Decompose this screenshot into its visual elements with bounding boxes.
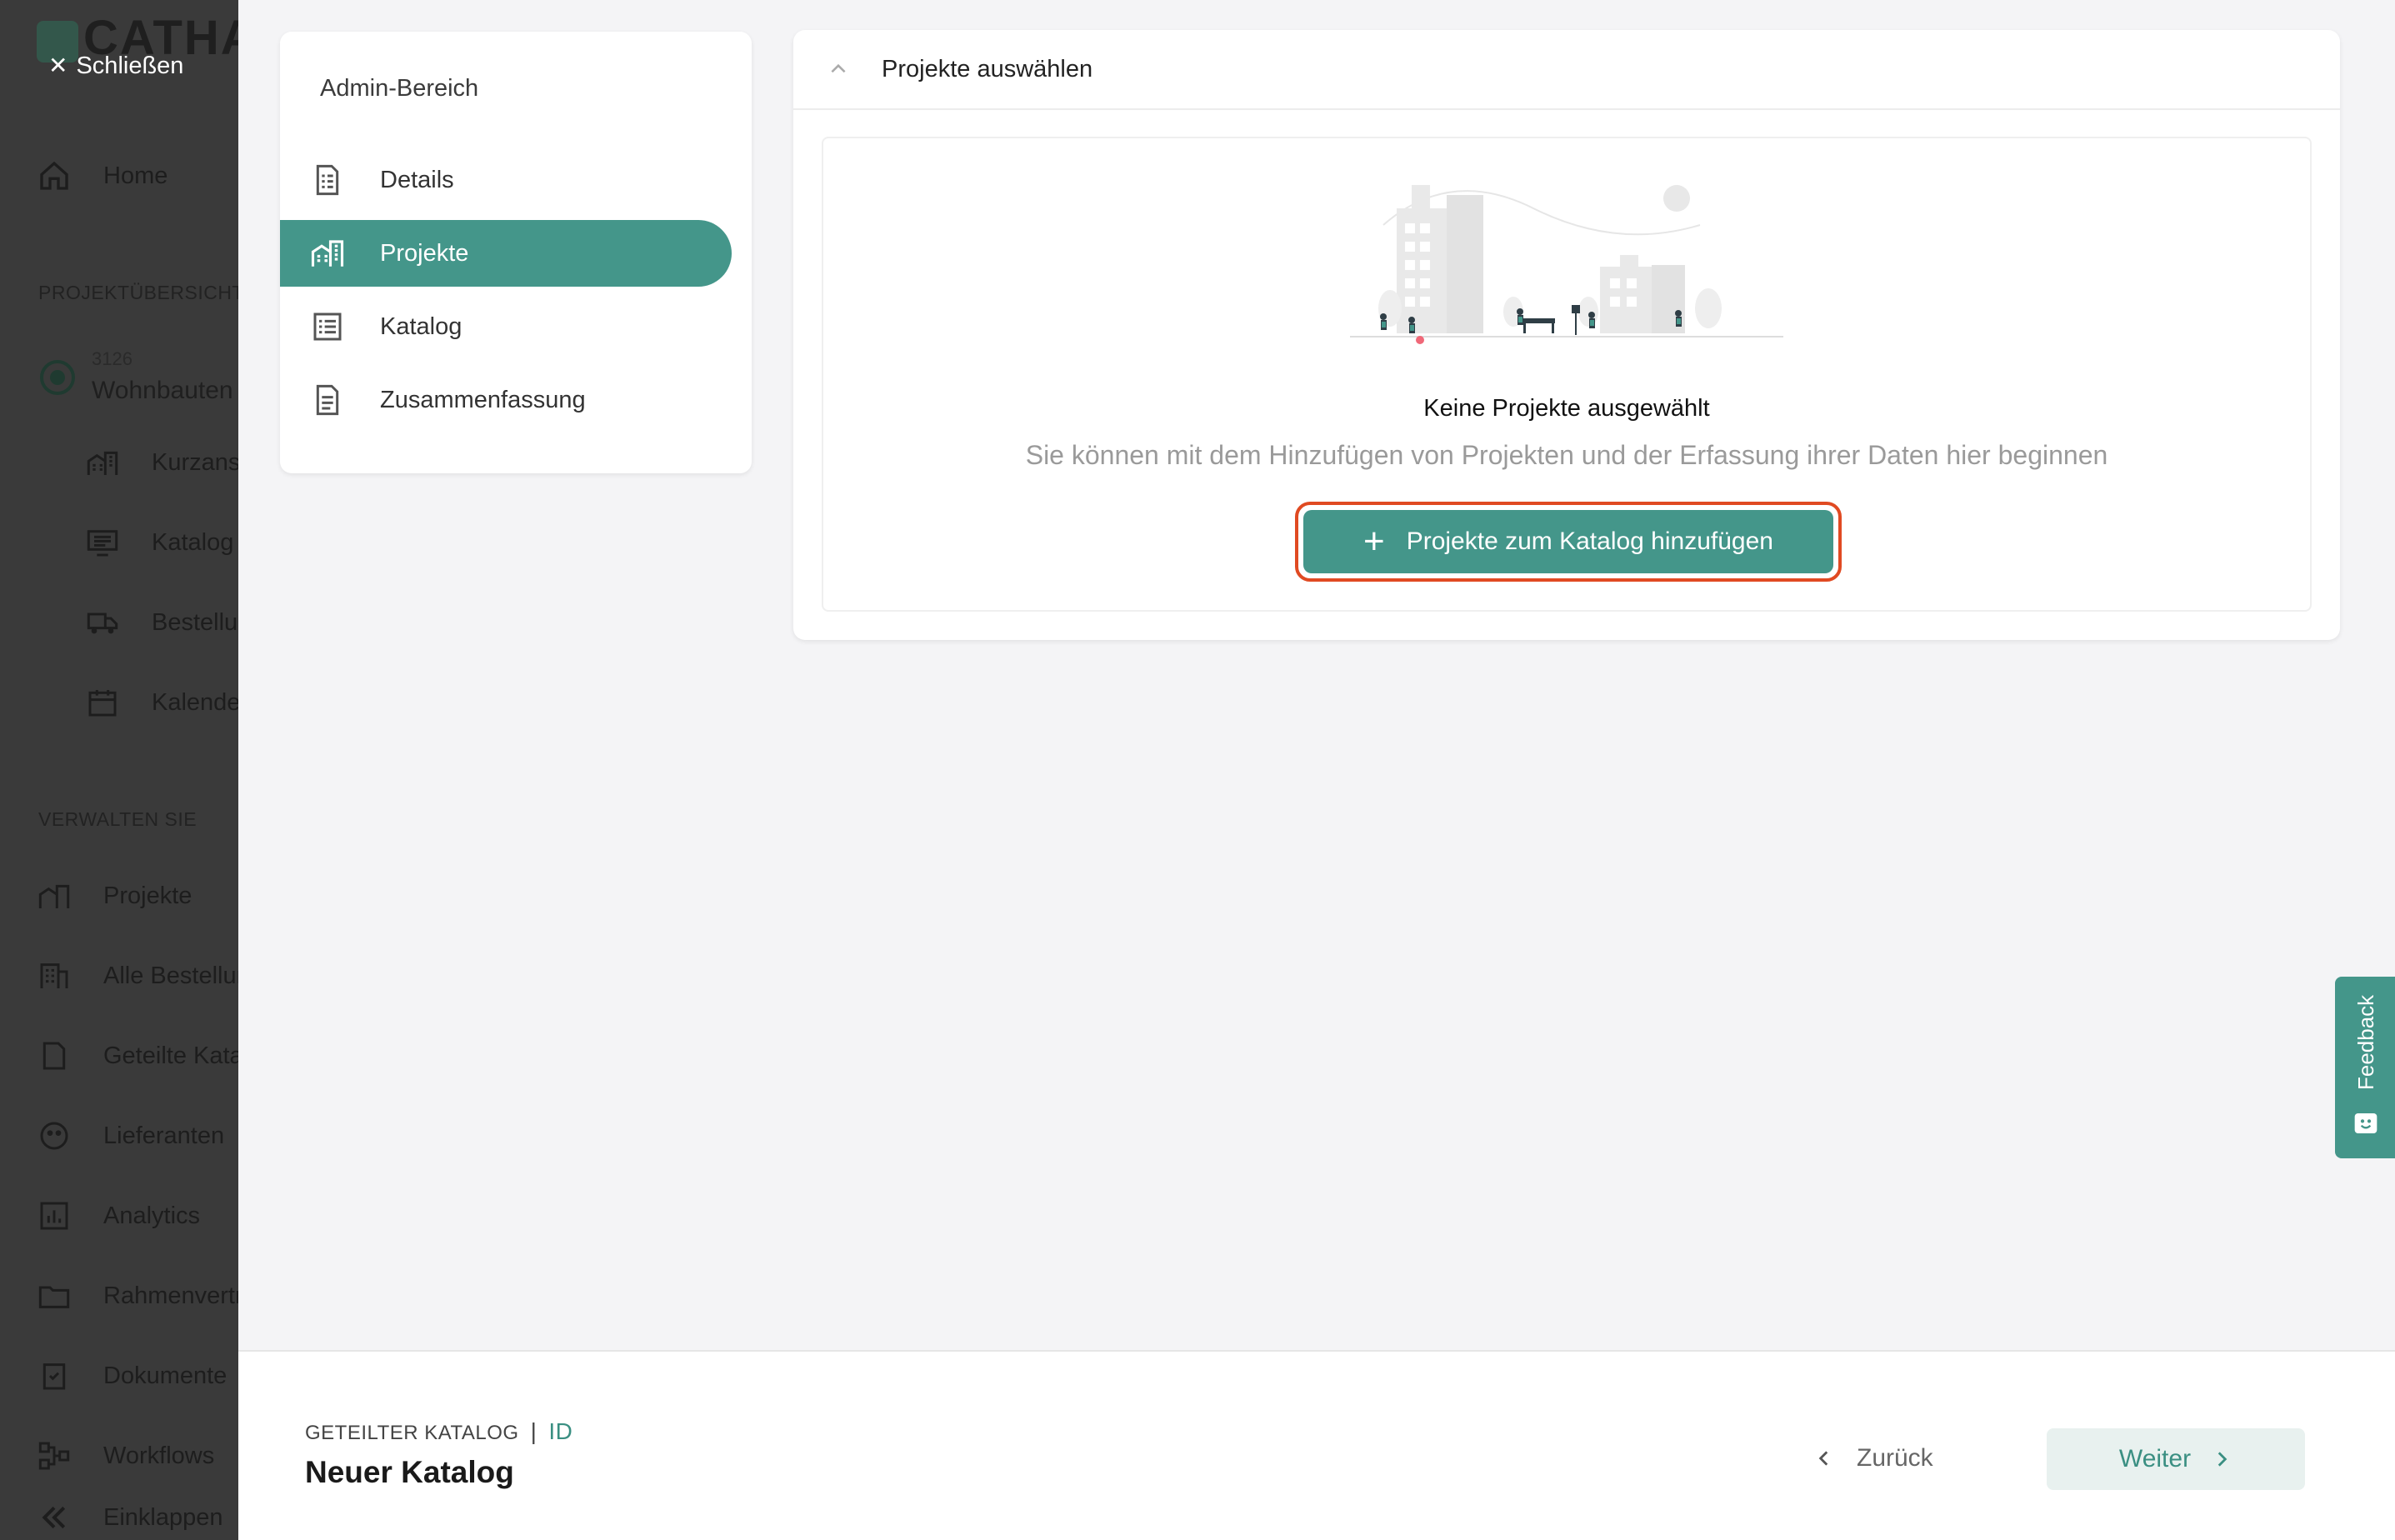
sidebar-item-label: Alle Bestellungen: [103, 962, 238, 989]
sidebar-item-label: Dokumente: [103, 1362, 228, 1389]
buildings-icon: [310, 236, 345, 271]
chevron-up-icon[interactable]: [827, 58, 850, 81]
summary-icon: [310, 382, 345, 418]
feedback-label: Feedback: [2353, 994, 2378, 1091]
admin-nav-card: Admin-Bereich Details Projekte Katalog Z…: [280, 32, 752, 473]
document-icon: [37, 1038, 72, 1073]
close-label: Schließen: [76, 52, 184, 79]
empty-title: Keine Projekte ausgewählt: [1423, 395, 1710, 422]
buildings-icon: [85, 445, 120, 480]
add-projects-label: Projekte zum Katalog hinzufügen: [1406, 528, 1773, 555]
back-button[interactable]: Zurück: [1813, 1428, 1933, 1488]
sidebar-item-overview[interactable]: Kurzansicht: [85, 445, 238, 480]
breadcrumb: GETEILTER KATALOG | ID: [305, 1418, 572, 1445]
section-label-projects: PROJEKTÜBERSICHT: [38, 282, 238, 303]
sidebar-item-shared-catalogs[interactable]: Geteilte Kataloge: [37, 1038, 238, 1073]
admin-item-label: Katalog: [380, 312, 462, 340]
back-label: Zurück: [1857, 1444, 1933, 1472]
add-projects-button[interactable]: + Projekte zum Katalog hinzufügen: [1303, 510, 1833, 573]
page-title: Neuer Katalog: [305, 1455, 514, 1489]
sidebar-item-contracts[interactable]: Rahmenverträge: [37, 1278, 238, 1313]
sidebar-collapse[interactable]: Einklappen: [37, 1500, 223, 1535]
admin-item-projects[interactable]: Projekte: [280, 220, 732, 287]
footer-bar: GETEILTER KATALOG | ID Neuer Katalog Zurüc…: [238, 1350, 2395, 1540]
admin-title: Admin-Bereich: [320, 75, 479, 102]
document-icon: [310, 162, 345, 198]
sidebar-item-label: Home: [103, 162, 168, 189]
sidebar-item-label: Kurzansicht: [152, 448, 238, 476]
sidebar-item-label: Katalog: [152, 528, 234, 556]
sidebar-item-suppliers[interactable]: Lieferanten: [37, 1118, 224, 1153]
sidebar-item-calendar[interactable]: Kalender: [85, 685, 238, 720]
section-label-manage: VERWALTEN SIE: [38, 808, 198, 830]
close-icon: ✕: [48, 52, 68, 78]
project-name[interactable]: Wohnbauten: [92, 377, 233, 405]
close-button[interactable]: ✕ Schließen: [48, 52, 183, 80]
sidebar-item-label: Rahmenverträge: [103, 1282, 238, 1309]
sidebar-item-label: Bestellung: [152, 608, 238, 636]
app-sidebar: CATHA Home PROJEKTÜBERSICHT 3126 Wohnbau…: [0, 0, 238, 1540]
breadcrumb-label: GETEILTER KATALOG: [305, 1422, 519, 1444]
users-icon: [37, 1118, 72, 1153]
list-icon: [310, 309, 345, 344]
clipboard-check-icon: [37, 1358, 72, 1393]
admin-item-details[interactable]: Details: [280, 147, 732, 213]
city-illustration: [1350, 185, 1783, 344]
panel-title: Projekte auswählen: [882, 55, 1093, 82]
sidebar-item-order[interactable]: Bestellung: [85, 605, 238, 640]
project-radio[interactable]: [40, 360, 75, 395]
feedback-tab[interactable]: Feedback: [2335, 977, 2395, 1158]
office-icon: [37, 958, 72, 993]
sidebar-item-all-orders[interactable]: Alle Bestellungen: [37, 958, 238, 993]
sidebar-item-label: Projekte: [103, 882, 192, 909]
sidebar-item-workflows[interactable]: Workflows: [37, 1438, 214, 1473]
home-icon: [37, 158, 72, 193]
admin-item-summary[interactable]: Zusammenfassung: [280, 367, 732, 433]
empty-state: Keine Projekte ausgewählt Sie können mit…: [822, 137, 2312, 612]
empty-subtitle: Sie können mit dem Hinzufügen von Projek…: [1025, 440, 2108, 470]
project-number: 3126: [92, 348, 132, 369]
projects-panel: Projekte auswählen Keine Projekte ausgew…: [793, 30, 2340, 640]
sidebar-item-projects[interactable]: Projekte: [37, 878, 192, 913]
admin-item-label: Zusammenfassung: [380, 386, 586, 413]
sidebar-item-label: Analytics: [103, 1202, 201, 1229]
chevron-right-icon: [2211, 1448, 2232, 1470]
workflow-icon: [37, 1438, 72, 1473]
breadcrumb-separator: |: [530, 1418, 538, 1444]
double-chevron-left-icon: [37, 1500, 72, 1535]
calendar-icon: [85, 685, 120, 720]
sidebar-item-label: Workflows: [103, 1442, 215, 1469]
folder-star-icon: [37, 1278, 72, 1313]
admin-item-catalog[interactable]: Katalog: [280, 293, 732, 360]
smiley-icon: [2354, 1113, 2378, 1133]
chevron-left-icon: [1813, 1448, 1835, 1469]
sidebar-item-label: Einklappen: [103, 1503, 223, 1531]
admin-item-label: Details: [380, 166, 454, 193]
next-label: Weiter: [2118, 1445, 2192, 1472]
buildings-icon: [37, 878, 72, 913]
sidebar-item-label: Lieferanten: [103, 1122, 225, 1149]
sidebar-item-documents[interactable]: Dokumente: [37, 1358, 227, 1393]
sidebar-item-label: Geteilte Kataloge: [103, 1042, 238, 1069]
sidebar-item-home[interactable]: Home: [37, 158, 168, 193]
sidebar-item-analytics[interactable]: Analytics: [37, 1198, 200, 1233]
add-button-highlight: + Projekte zum Katalog hinzufügen: [1295, 502, 1842, 582]
breadcrumb-id: ID: [548, 1418, 573, 1444]
panel-header: Projekte auswählen: [793, 30, 2340, 110]
truck-icon: [85, 605, 120, 640]
sidebar-item-catalog[interactable]: Katalog: [85, 525, 233, 560]
admin-item-label: Projekte: [380, 239, 469, 267]
sidebar-item-label: Kalender: [152, 688, 238, 716]
plus-icon: +: [1363, 521, 1385, 562]
chart-icon: [37, 1198, 72, 1233]
monitor-icon: [85, 525, 120, 560]
next-button[interactable]: Weiter: [2047, 1428, 2305, 1490]
